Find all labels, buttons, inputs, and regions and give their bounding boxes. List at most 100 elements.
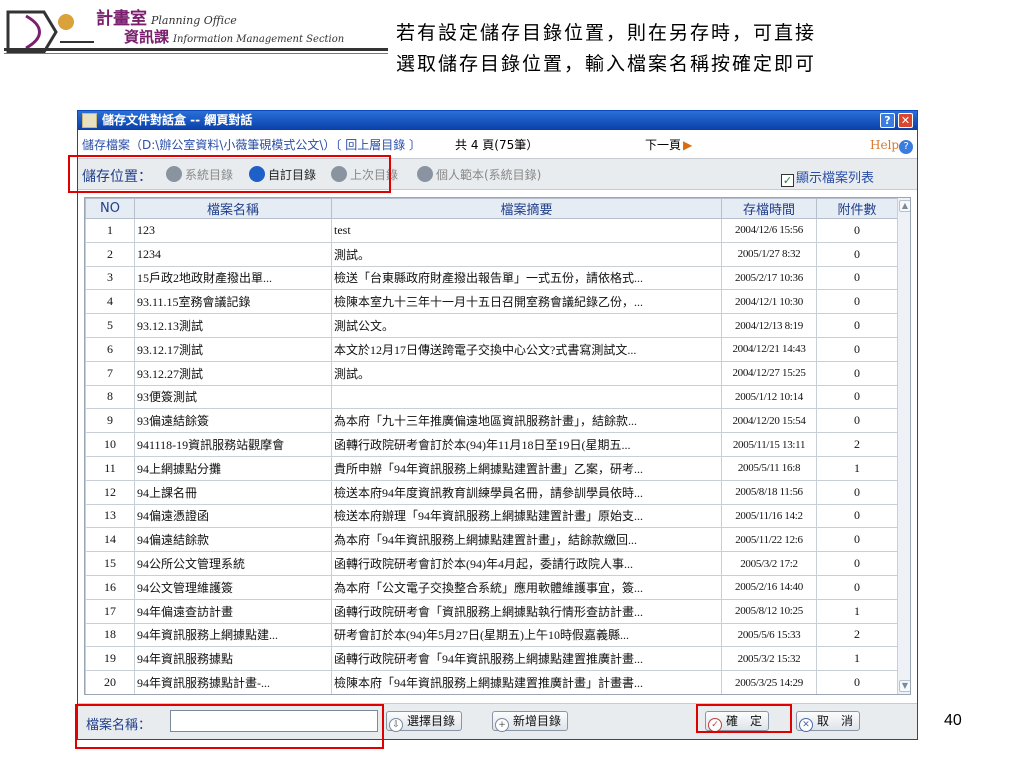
table-scrollbar[interactable]: ▲ ▼ — [897, 198, 910, 694]
row-no: 17 — [85, 598, 135, 624]
row-filename: 94偏遠結餘款 — [134, 527, 332, 553]
row-no: 15 — [85, 551, 135, 576]
row-saved-time: 2005/3/25 14:29 — [721, 670, 817, 694]
col-summary[interactable]: 檔案摘要 — [331, 198, 722, 219]
next-arrow-icon: ▶ — [683, 138, 693, 152]
organization-logo: 計畫室 Planning Office 資訊課 Information Manage… — [4, 2, 394, 68]
current-path[interactable]: 儲存檔案（D:\辦公室資料\小薇筆硯模式公文\）〔 回上層目錄 〕 — [82, 134, 421, 156]
row-summary: 檢送本府辦理「94年資訊服務上網據點建置計畫」原始支... — [331, 503, 722, 529]
scroll-up-icon[interactable]: ▲ — [899, 200, 910, 212]
row-summary: 研考會訂於本(94)年5月27日(星期五)上午10時假嘉義縣... — [331, 622, 722, 648]
row-attachments: 0 — [816, 336, 898, 362]
dialog-title: 儲存文件對話盒 -- 網頁對話 — [102, 113, 253, 127]
row-attachments: 2 — [816, 622, 898, 648]
row-saved-time: 2005/1/12 10:14 — [721, 384, 817, 410]
titlebar-help-button[interactable]: ? — [880, 113, 895, 128]
new-directory-button[interactable]: + 新增目錄 — [492, 711, 569, 732]
row-filename: 123 — [134, 218, 332, 243]
row-saved-time: 2005/1/27 8:32 — [721, 241, 817, 267]
table-row[interactable]: 3 15戶政2地政財產撥出單... 檢送「台東縣政府財產撥出報告單」一式五份，請依格… — [85, 265, 898, 291]
row-summary: 為本府「九十三年推廣偏遠地區資訊服務計畫」，結餘款... — [331, 408, 722, 434]
row-attachments: 2 — [816, 432, 898, 457]
select-directory-icon: ⇩ — [389, 718, 403, 732]
row-saved-time: 2005/2/16 14:40 — [721, 574, 817, 600]
page-number: 40 — [944, 712, 962, 729]
table-row[interactable]: 6 93.12.17測試 本文於12月17日傳送跨電子交換中心公文?式書寫測試文..… — [85, 336, 898, 362]
scroll-down-icon[interactable]: ▼ — [899, 680, 910, 692]
table-row[interactable]: 12 94上課名冊 檢送本府94年度資訊教育訓練學員名冊，請參訓學員依時... 200… — [85, 479, 898, 505]
row-summary — [331, 384, 722, 410]
help-link[interactable]: Help? — [870, 134, 914, 156]
row-filename: 94公所公文管理系統 — [134, 551, 332, 576]
row-no: 9 — [85, 408, 135, 434]
row-filename: 93.12.27測試 — [134, 360, 332, 386]
row-no: 8 — [85, 384, 135, 410]
table-row[interactable]: 5 93.12.13測試 測試公文。 2004/12/13 8:19 0 — [85, 313, 898, 338]
select-directory-button[interactable]: ⇩ 選擇目錄 — [386, 711, 463, 732]
row-summary: 檢陳本府「94年資訊服務上網據點建置推廣計畫」計畫書... — [331, 670, 722, 694]
col-filename[interactable]: 檔案名稱 — [134, 198, 332, 219]
table-row[interactable]: 9 93偏遠結餘簽 為本府「九十三年推廣偏遠地區資訊服務計畫」，結餘款... 2004… — [85, 408, 898, 434]
table-row[interactable]: 10 941118-19資訊服務站觀摩會 函轉行政院研考會訂於本(94)年11月18… — [85, 432, 898, 457]
row-summary: 檢送本府94年度資訊教育訓練學員名冊，請參訓學員依時... — [331, 479, 722, 505]
row-filename: 93.12.13測試 — [134, 313, 332, 338]
row-saved-time: 2005/5/6 15:33 — [721, 622, 817, 648]
table-row[interactable]: 19 94年資訊服務據點 函轉行政院研考會「94年資訊服務上網據點建置推廣計畫...… — [85, 646, 898, 672]
col-no[interactable]: NO — [85, 198, 135, 219]
table-row[interactable]: 2 1234 測試。 2005/1/27 8:32 0 — [85, 241, 898, 267]
row-attachments: 0 — [816, 670, 898, 694]
table-row[interactable]: 1 123 test 2004/12/6 15:56 0 — [85, 218, 898, 243]
logo-divider — [4, 48, 388, 51]
row-filename: 94公文管理維護簽 — [134, 574, 332, 600]
table-row[interactable]: 8 93便簽測試 2005/1/12 10:14 0 — [85, 384, 898, 410]
table-row[interactable]: 11 94上網據點分攤 貴所申辦「94年資訊服務上網據點建置計畫」乙案，研考... 2… — [85, 455, 898, 481]
show-file-list-checkbox[interactable]: ✓ 顯示檔案列表 — [781, 167, 874, 187]
caption-line-2: 選取儲存目錄位置，輸入檔案名稱按確定即可 — [396, 53, 817, 75]
table-row[interactable]: 4 93.11.15室務會議記錄 檢陳本室九十三年十一月十五日召開室務會議紀錄乙份，… — [85, 289, 898, 315]
table-row[interactable]: 16 94公文管理維護簽 為本府「公文電子交換整合系統」應用軟體維護事宜，簽... 2… — [85, 574, 898, 600]
logo-divider-thin — [4, 53, 388, 54]
row-attachments: 0 — [816, 265, 898, 291]
row-summary: 函轉行政院研考會訂於本(94)年4月起，委請行政院人事... — [331, 551, 722, 576]
table-row[interactable]: 13 94偏遠憑證函 檢送本府辦理「94年資訊服務上網據點建置計畫」原始支... 20… — [85, 503, 898, 529]
row-no: 18 — [85, 622, 135, 648]
row-no: 6 — [85, 336, 135, 362]
row-no: 7 — [85, 360, 135, 386]
cancel-button[interactable]: ✕ 取 消 — [796, 711, 861, 732]
row-no: 3 — [85, 265, 135, 291]
cancel-icon: ✕ — [799, 718, 813, 732]
row-no: 13 — [85, 503, 135, 529]
row-no: 11 — [85, 455, 135, 481]
caption-line-1: 若有設定儲存目錄位置，則在另存時，可直接 — [396, 22, 817, 44]
table-row[interactable]: 14 94偏遠結餘款 為本府「94年資訊服務上網據點建置計畫」，結餘款繳回... 20… — [85, 527, 898, 553]
row-attachments: 0 — [816, 479, 898, 505]
row-no: 12 — [85, 479, 135, 505]
table-row[interactable]: 15 94公所公文管理系統 函轉行政院研考會訂於本(94)年4月起，委請行政院人事.… — [85, 551, 898, 576]
row-attachments: 0 — [816, 408, 898, 434]
row-attachments: 1 — [816, 598, 898, 624]
slide: 計畫室 Planning Office 資訊課 Information Manage… — [0, 0, 1024, 768]
logo-subtitle: 資訊課 Information Management Section — [124, 28, 345, 46]
tool-personal-template[interactable]: 個人範本(系統目錄) — [417, 166, 541, 184]
row-filename: 94年資訊服務上網據點建... — [134, 622, 332, 648]
row-saved-time: 2005/11/22 12:6 — [721, 527, 817, 553]
table-row[interactable]: 20 94年資訊服務據點計畫-... 檢陳本府「94年資訊服務上網據點建置推廣計畫」… — [85, 670, 898, 694]
col-attachments[interactable]: 附件數 — [816, 198, 898, 219]
row-filename: 94年資訊服務據點 — [134, 646, 332, 672]
row-filename: 93偏遠結餘簽 — [134, 408, 332, 434]
row-attachments: 0 — [816, 527, 898, 553]
row-summary: 檢陳本室九十三年十一月十五日召開室務會議紀錄乙份，... — [331, 289, 722, 315]
titlebar-close-button[interactable]: ✕ — [898, 113, 913, 128]
table-row[interactable]: 7 93.12.27測試 測試。 2004/12/27 15:25 0 — [85, 360, 898, 386]
row-filename: 94年偏遠查訪計畫 — [134, 598, 332, 624]
table-row[interactable]: 17 94年偏遠查訪計畫 函轉行政院研考會「資訊服務上網據點執行情形查訪計畫... 2… — [85, 598, 898, 624]
row-attachments: 1 — [816, 455, 898, 481]
row-saved-time: 2005/3/2 17:2 — [721, 551, 817, 576]
col-saved-time[interactable]: 存檔時間 — [721, 198, 817, 219]
row-summary: 測試公文。 — [331, 313, 722, 338]
next-page-link[interactable]: 下一頁 ▶ — [645, 134, 692, 156]
row-summary: 檢送「台東縣政府財產撥出報告單」一式五份，請依格式... — [331, 265, 722, 291]
page-info: 共 4 頁(75筆） — [455, 138, 539, 152]
row-attachments: 1 — [816, 646, 898, 672]
table-row[interactable]: 18 94年資訊服務上網據點建... 研考會訂於本(94)年5月27日(星期五)上午… — [85, 622, 898, 648]
